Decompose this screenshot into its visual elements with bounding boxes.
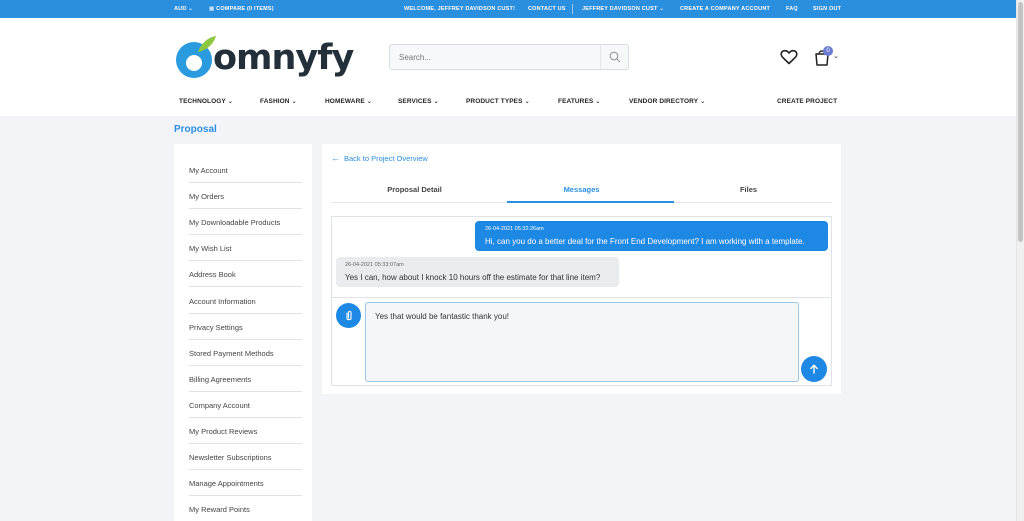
proposal-tabs: Proposal Detail Messages Files — [331, 178, 832, 203]
arrow-left-icon: ← — [331, 153, 340, 163]
attach-file-button[interactable] — [336, 303, 361, 328]
chevron-down-icon: ⌄ — [291, 99, 297, 105]
active-tab-indicator — [507, 201, 674, 203]
topbar-divider — [572, 4, 573, 14]
message-bubble-outgoing: 26-04-2021 05:32:26am Hi, can you do a b… — [475, 221, 828, 251]
nav-label: FASHION — [260, 98, 290, 105]
nav-label: SERVICES — [398, 98, 432, 105]
account-sidebar: My Account My Orders My Downloadable Pro… — [174, 144, 312, 521]
message-text: Yes I can, how about I knock 10 hours of… — [345, 273, 601, 282]
proposal-panel: ← Back to Project Overview Proposal Detai… — [322, 144, 841, 394]
chevron-down-icon: ⌄ — [366, 99, 372, 105]
sidebar-item-account-information[interactable]: Account Information — [189, 288, 302, 314]
cart-count-badge: 0 — [823, 46, 833, 56]
paperclip-icon — [345, 310, 352, 320]
chevron-down-icon: ⌄ — [700, 99, 706, 105]
chevron-down-icon: ⌄ — [524, 99, 530, 105]
nav-features[interactable]: FEATURES ⌄ — [558, 98, 601, 105]
nav-label: FEATURES — [558, 98, 594, 105]
sidebar-item-newsletter-subscriptions[interactable]: Newsletter Subscriptions — [189, 444, 302, 470]
sidebar-item-wish-list[interactable]: My Wish List — [189, 235, 302, 261]
chevron-down-icon[interactable]: ⌄ — [833, 52, 839, 60]
sidebar-item-my-account[interactable]: My Account — [189, 157, 302, 183]
sidebar-item-privacy-settings[interactable]: Privacy Settings — [189, 314, 302, 340]
account-menu[interactable]: JEFFREY DAVIDSON CUST ⌄ — [582, 6, 664, 12]
message-timestamp: 26-04-2021 05:32:26am — [485, 226, 544, 232]
tab-proposal-detail[interactable]: Proposal Detail — [331, 185, 498, 194]
nav-create-project[interactable]: CREATE PROJECT — [777, 98, 837, 105]
message-thread: 26-04-2021 05:32:26am Hi, can you do a b… — [331, 216, 832, 386]
sidebar-item-downloadable-products[interactable]: My Downloadable Products — [189, 209, 302, 235]
top-bar: AUD ⌄ ▦ COMPARE (0 ITEMS) WELCOME, JEFFR… — [0, 0, 1016, 18]
search-box — [389, 44, 629, 70]
tab-messages[interactable]: Messages — [498, 185, 665, 194]
message-text: Hi, can you do a better deal for the Fro… — [485, 237, 805, 246]
welcome-text: WELCOME, JEFFREY DAVIDSON CUST! — [404, 6, 516, 12]
logo-text: omnyfy — [213, 38, 354, 78]
sidebar-item-address-book[interactable]: Address Book — [189, 261, 302, 287]
nav-technology[interactable]: TECHNOLOGY ⌄ — [179, 98, 233, 105]
chevron-down-icon: ⌄ — [227, 99, 234, 105]
search-icon — [609, 51, 620, 63]
send-message-button[interactable] — [801, 356, 827, 382]
sidebar-item-reward-points[interactable]: My Reward Points — [189, 496, 302, 521]
page-scrollbar[interactable] — [1016, 0, 1024, 521]
nav-vendor-directory[interactable]: VENDOR DIRECTORY ⌄ — [629, 98, 705, 105]
sidebar-item-my-orders[interactable]: My Orders — [189, 183, 302, 209]
currency-label: AUD — [174, 6, 187, 12]
currency-switcher[interactable]: AUD ⌄ — [174, 6, 193, 12]
divider — [332, 297, 831, 298]
nav-label: TECHNOLOGY — [179, 98, 226, 105]
nav-homeware[interactable]: HOMEWARE ⌄ — [325, 98, 372, 105]
search-button[interactable] — [600, 45, 628, 69]
faq-link[interactable]: FAQ — [786, 6, 798, 12]
tab-files[interactable]: Files — [665, 185, 832, 194]
sidebar-item-company-account[interactable]: Company Account — [189, 392, 302, 418]
sidebar-item-stored-payment-methods[interactable]: Stored Payment Methods — [189, 340, 302, 366]
nav-product-types[interactable]: PRODUCT TYPES ⌄ — [466, 98, 530, 105]
message-bubble-incoming: 26-04-2021 05:33:07am Yes I can, how abo… — [336, 257, 619, 287]
nav-label: HOMEWARE — [325, 98, 365, 105]
nav-fashion[interactable]: FASHION ⌄ — [260, 98, 297, 105]
chevron-down-icon: ⌄ — [433, 99, 439, 105]
create-company-account-link[interactable]: CREATE A COMPANY ACCOUNT — [680, 6, 770, 12]
reply-textarea[interactable] — [365, 302, 799, 382]
account-label: JEFFREY DAVIDSON CUST — [582, 6, 658, 12]
main-nav: TECHNOLOGY ⌄ FASHION ⌄ HOMEWARE ⌄ SERVICES ⌄… — [0, 98, 1016, 112]
compare-link[interactable]: ▦ COMPARE (0 ITEMS) — [209, 6, 274, 12]
back-to-project-overview-link[interactable]: ← Back to Project Overview — [331, 153, 428, 163]
chevron-down-icon: ⌄ — [659, 6, 665, 12]
chevron-down-icon: ⌄ — [595, 99, 601, 105]
sidebar-item-manage-appointments[interactable]: Manage Appointments — [189, 470, 302, 496]
sidebar-item-product-reviews[interactable]: My Product Reviews — [189, 418, 302, 444]
sign-out-link[interactable]: SIGN OUT — [813, 6, 841, 12]
message-timestamp: 26-04-2021 05:33:07am — [345, 262, 404, 268]
nav-label: CREATE PROJECT — [777, 98, 838, 105]
contact-us-link[interactable]: CONTACT US — [528, 6, 566, 12]
compare-icon: ▦ — [209, 6, 215, 12]
nav-label: VENDOR DIRECTORY — [629, 98, 699, 105]
page-title: Proposal — [174, 124, 217, 135]
nav-label: PRODUCT TYPES — [466, 98, 523, 105]
scrollbar-thumb[interactable] — [1018, 2, 1023, 242]
search-input[interactable] — [390, 45, 600, 69]
arrow-up-icon — [810, 364, 818, 374]
site-header: omnyfy 0 ⌄ TECHNOLOGY⌄ FASHION⌄ HOMEWARE… — [0, 18, 1016, 116]
back-link-label: Back to Project Overview — [344, 154, 428, 163]
nav-services[interactable]: SERVICES ⌄ — [398, 98, 439, 105]
wishlist-heart-icon[interactable] — [780, 49, 798, 65]
sidebar-item-billing-agreements[interactable]: Billing Agreements — [189, 366, 302, 392]
compare-label: COMPARE (0 ITEMS) — [216, 6, 274, 12]
chevron-down-icon: ⌄ — [188, 6, 194, 12]
